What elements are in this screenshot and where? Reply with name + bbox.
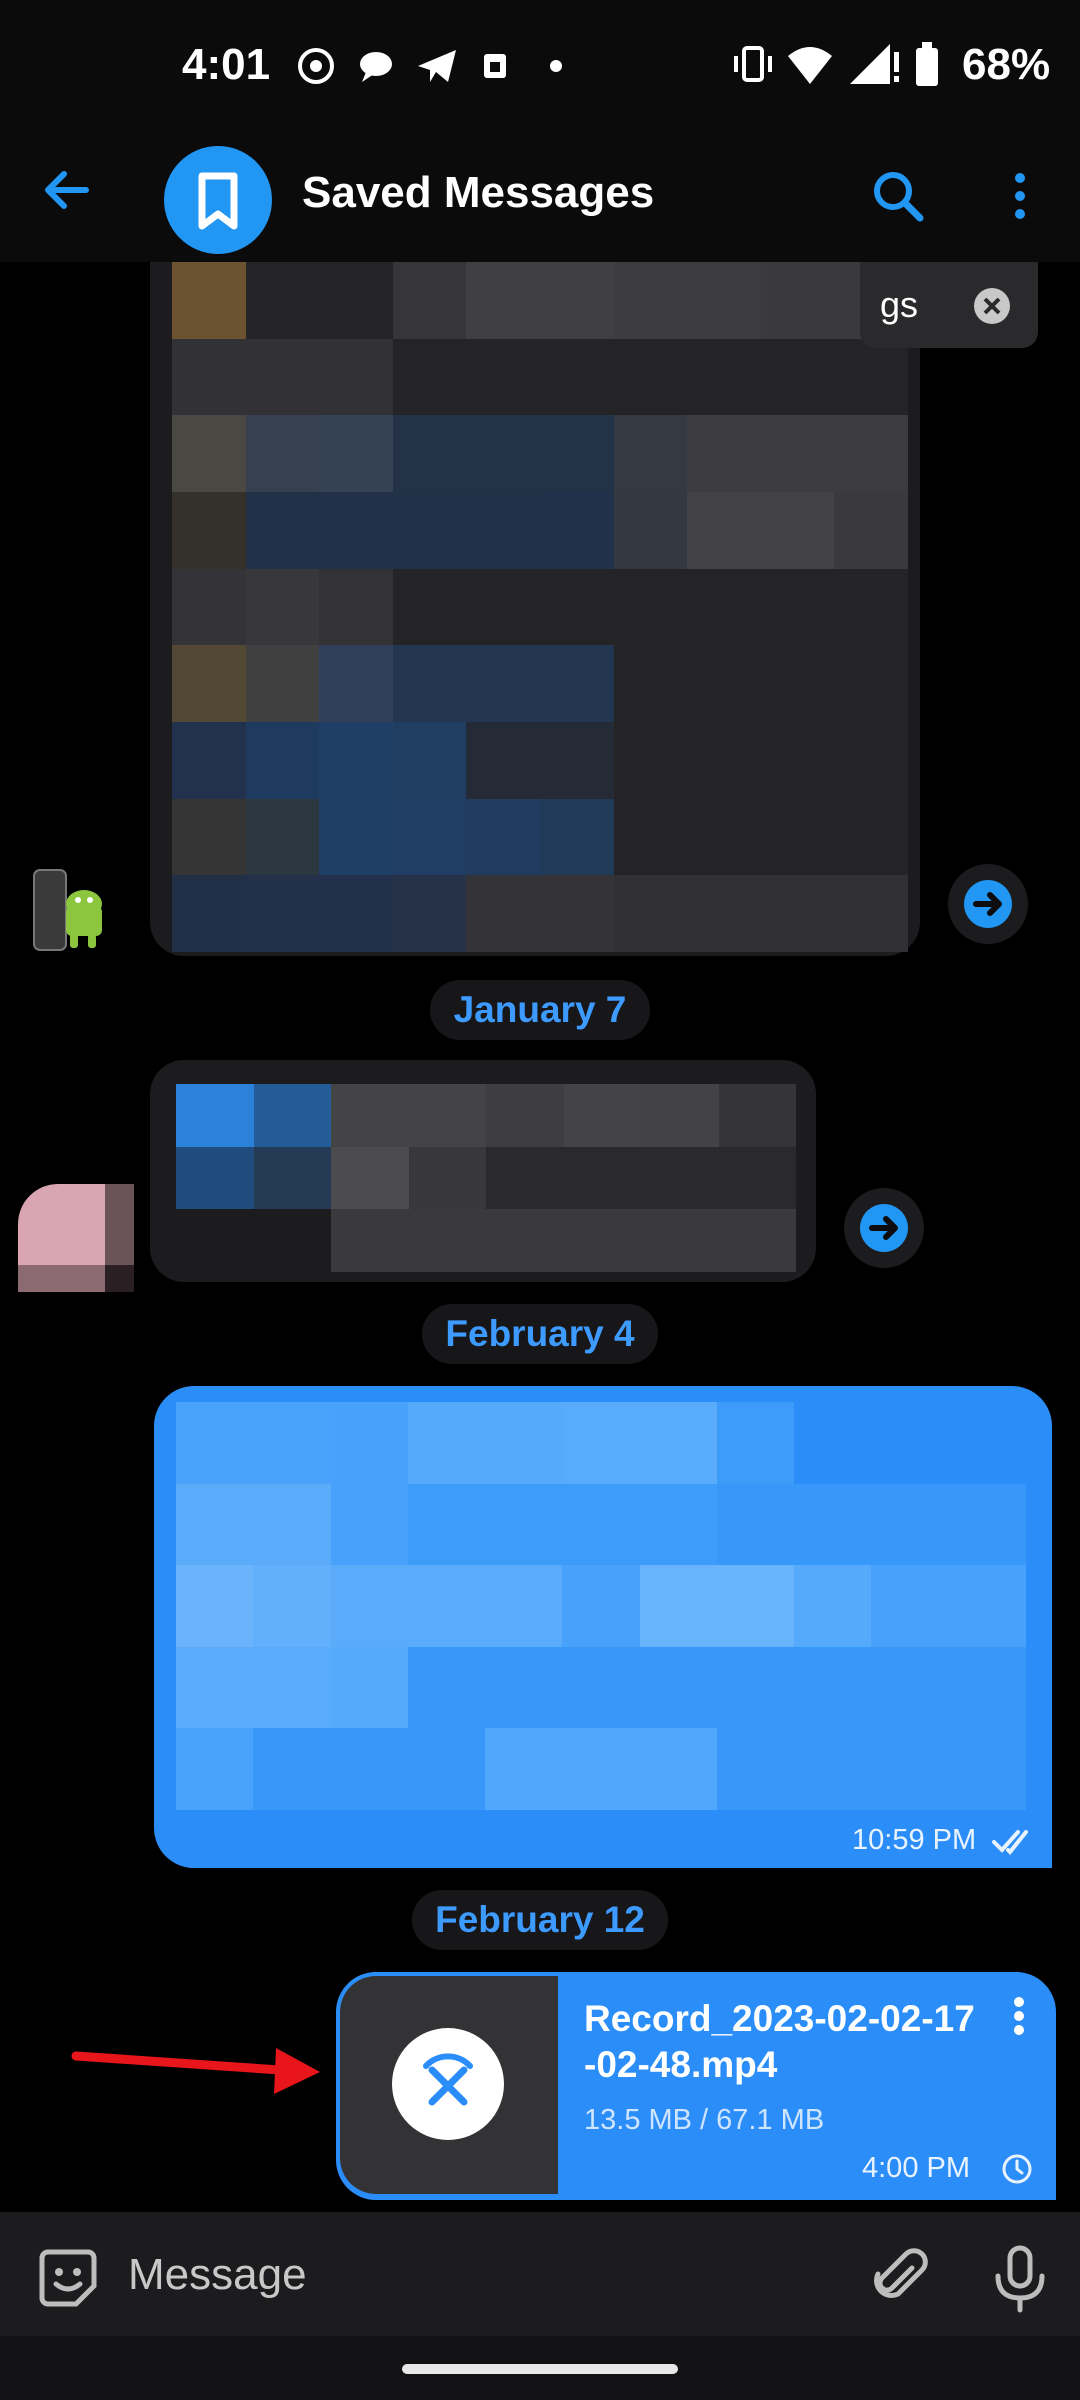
forward-arrow-icon xyxy=(964,880,1012,928)
battery-icon xyxy=(916,42,938,86)
cancel-upload-button[interactable] xyxy=(392,2028,504,2140)
back-arrow-icon xyxy=(45,171,89,209)
wifi-icon xyxy=(788,47,832,84)
android-robot-icon xyxy=(33,869,102,951)
forward-button[interactable] xyxy=(948,864,1028,944)
pixelated-image[interactable] xyxy=(172,262,908,952)
more-vertical-icon xyxy=(1014,1997,1024,2035)
read-checkmarks-icon xyxy=(990,1826,1038,1856)
file-menu-button[interactable] xyxy=(1004,1994,1034,2044)
file-message-time: 4:00 PM xyxy=(862,2152,970,2184)
toast-close-button[interactable] xyxy=(972,286,1012,326)
sender-avatar-pixelated[interactable] xyxy=(18,1184,134,1292)
forward-arrow-icon xyxy=(860,1204,908,1252)
toast-text: gs xyxy=(880,284,919,325)
saved-messages-avatar[interactable] xyxy=(164,146,272,254)
telegram-icon xyxy=(418,50,456,82)
signal-icon xyxy=(850,44,899,84)
vibrate-icon xyxy=(734,46,772,82)
close-circle-icon xyxy=(974,288,1010,324)
date-separator: February 12 xyxy=(412,1890,668,1950)
bookmark-icon xyxy=(198,172,238,230)
android-sender-avatar[interactable] xyxy=(24,864,116,956)
status-system-icons xyxy=(730,40,960,97)
back-button[interactable] xyxy=(36,160,96,220)
voice-record-button[interactable] xyxy=(988,2244,1052,2314)
paperclip-icon xyxy=(874,2248,928,2298)
more-vertical-icon xyxy=(1015,173,1025,219)
home-gesture-handle[interactable] xyxy=(402,2364,678,2374)
message-time: 10:59 PM xyxy=(852,1824,977,1856)
battery-percent: 68% xyxy=(962,40,1051,89)
chat-title[interactable]: Saved Messages xyxy=(302,168,654,218)
emoji-sticker-button[interactable] xyxy=(36,2246,100,2310)
cancel-upload-icon xyxy=(392,2028,504,2140)
status-time: 4:01 xyxy=(182,40,271,89)
chat-bubble-icon xyxy=(360,52,392,82)
date-separator: January 7 xyxy=(430,980,650,1040)
more-notifications-icon xyxy=(550,60,562,72)
whatsapp-icon xyxy=(298,48,334,84)
clock-pending-icon xyxy=(1000,2152,1034,2186)
date-separator: February 4 xyxy=(422,1304,658,1364)
search-icon xyxy=(874,172,924,222)
pixelated-text[interactable] xyxy=(176,1402,1026,1810)
forward-button-2[interactable] xyxy=(844,1188,924,1268)
more-options-button[interactable] xyxy=(1000,166,1040,226)
pixelated-image-2[interactable] xyxy=(176,1084,796,1272)
file-progress: 13.5 MB / 67.1 MB xyxy=(584,2104,825,2136)
sticker-icon xyxy=(39,2249,97,2307)
search-button[interactable] xyxy=(868,166,928,226)
file-name-line2: -02-48.mp4 xyxy=(584,2044,778,2085)
message-input[interactable]: Message xyxy=(128,2250,307,2300)
microphone-icon xyxy=(995,2245,1045,2313)
file-name-line1: Record_2023-02-02-17 xyxy=(584,1998,975,2039)
calendar-icon xyxy=(484,54,506,78)
annotation-arrow xyxy=(70,2040,330,2100)
status-app-icons xyxy=(296,44,576,93)
attach-button[interactable] xyxy=(868,2246,932,2310)
